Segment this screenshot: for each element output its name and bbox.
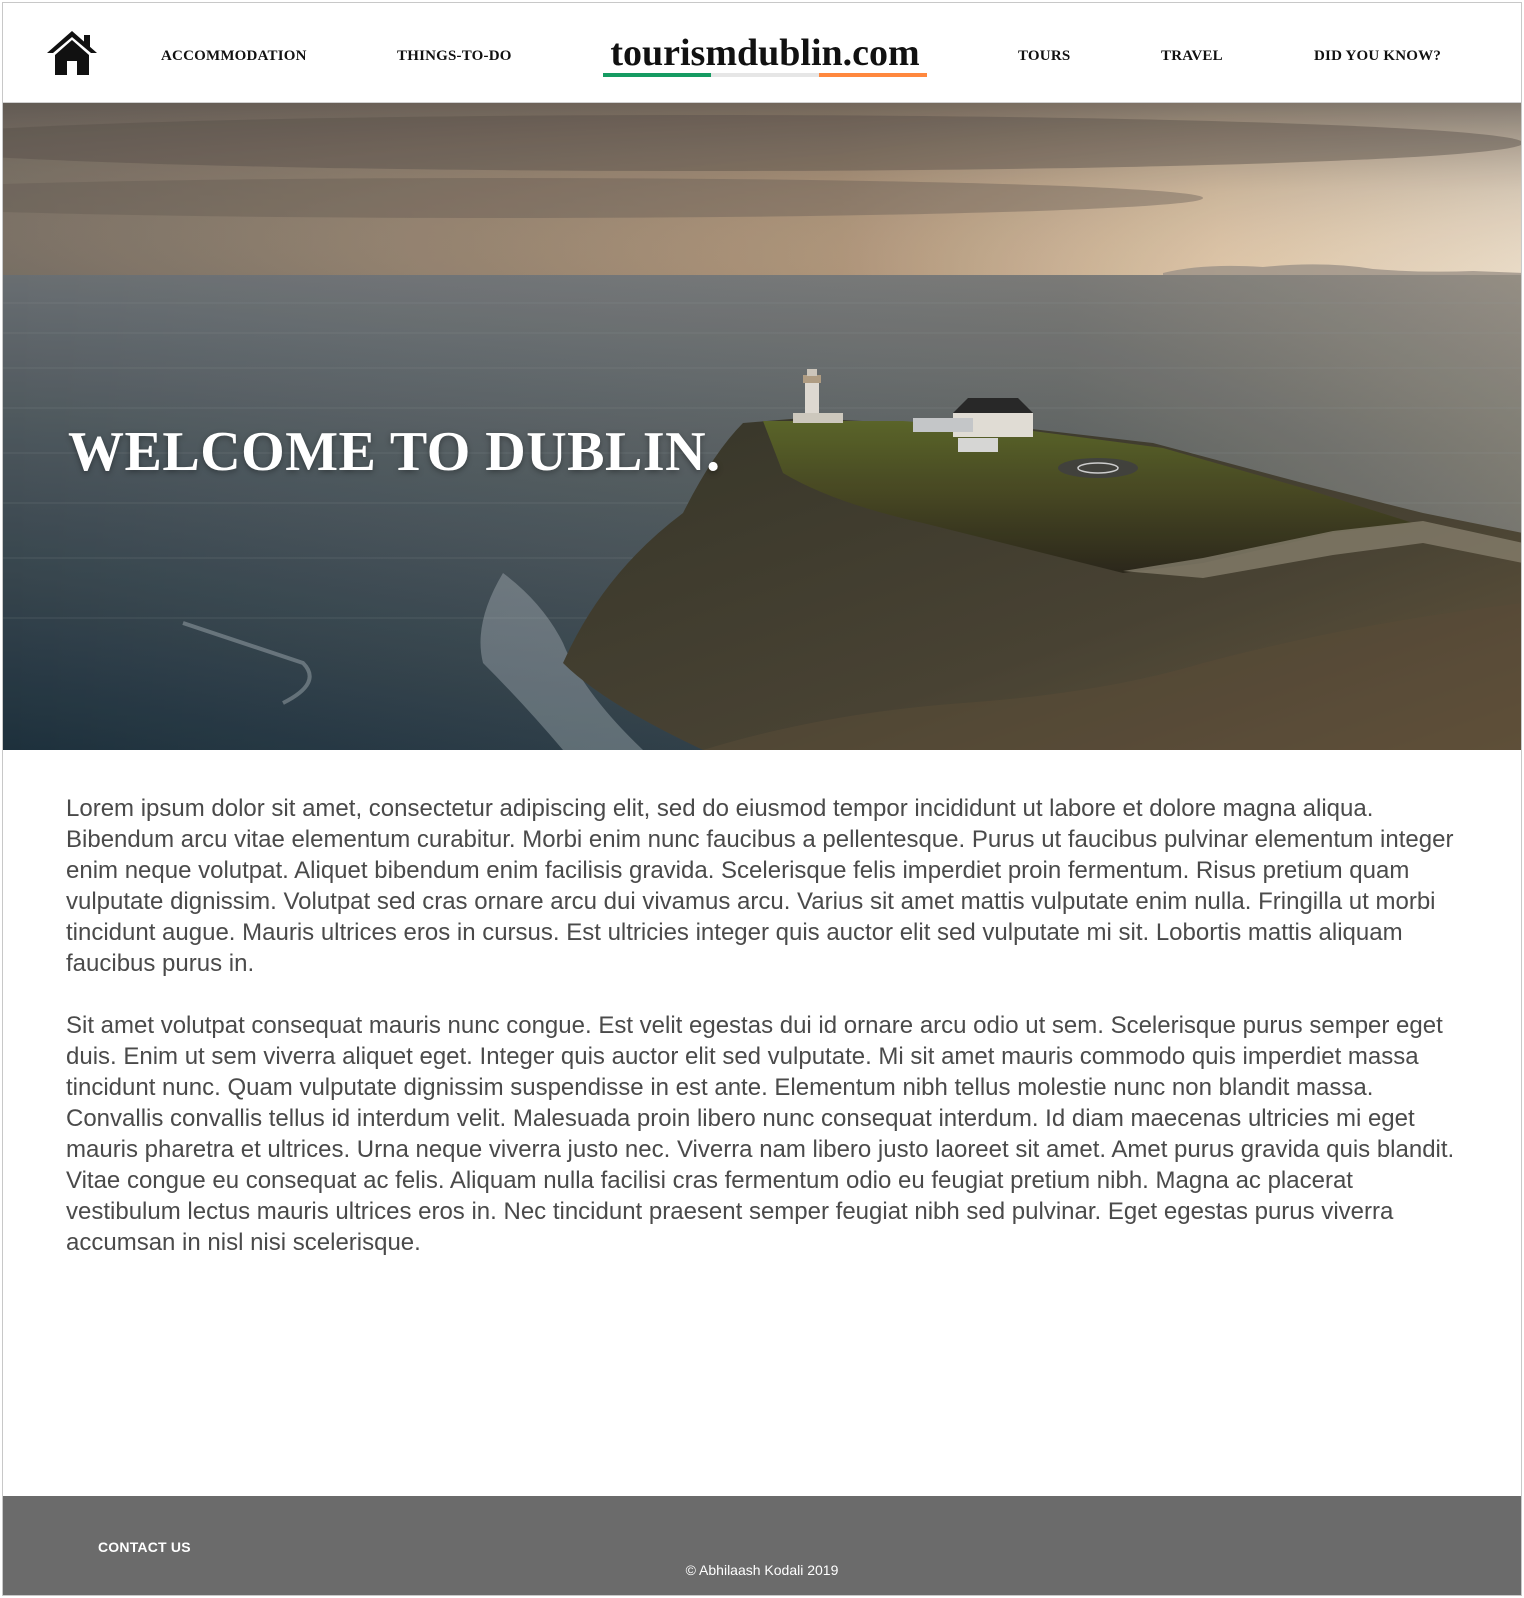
nav-accommodation[interactable]: ACCOMMODATION [161, 47, 307, 65]
site-footer [3, 1496, 1521, 1595]
copyright-text: © Abhilaash Kodali 2019 [685, 1562, 839, 1578]
brand-underline [603, 73, 927, 77]
nav-travel[interactable]: TRAVEL [1161, 47, 1223, 65]
content-paragraph: Lorem ipsum dolor sit amet, consectetur … [66, 795, 1454, 977]
nav-tours[interactable]: TOURS [1018, 47, 1070, 65]
site-header: ACCOMMODATION THINGS-TO-DO tourismdublin… [3, 3, 1521, 103]
hero-banner: WELCOME TO DUBLIN. [3, 103, 1521, 750]
page-frame: ACCOMMODATION THINGS-TO-DO tourismdublin… [2, 2, 1522, 1596]
contact-us-link[interactable]: CONTACT US [98, 1539, 191, 1555]
brand-underline-green [603, 73, 711, 77]
brand-logo[interactable]: tourismdublin.com [603, 33, 927, 77]
hero-title: WELCOME TO DUBLIN. [68, 421, 721, 483]
main-content: Lorem ipsum dolor sit amet, consectetur … [66, 793, 1466, 1289]
brand-underline-orange [819, 73, 927, 77]
brand-underline-white [711, 73, 819, 77]
home-icon [45, 29, 99, 77]
home-button[interactable] [45, 29, 99, 77]
content-paragraph: Sit amet volutpat consequat mauris nunc … [66, 1012, 1455, 1256]
nav-things-to-do[interactable]: THINGS-TO-DO [397, 47, 512, 65]
nav-did-you-know[interactable]: DID YOU KNOW? [1314, 47, 1441, 65]
brand-name: tourismdublin.com [610, 32, 920, 74]
